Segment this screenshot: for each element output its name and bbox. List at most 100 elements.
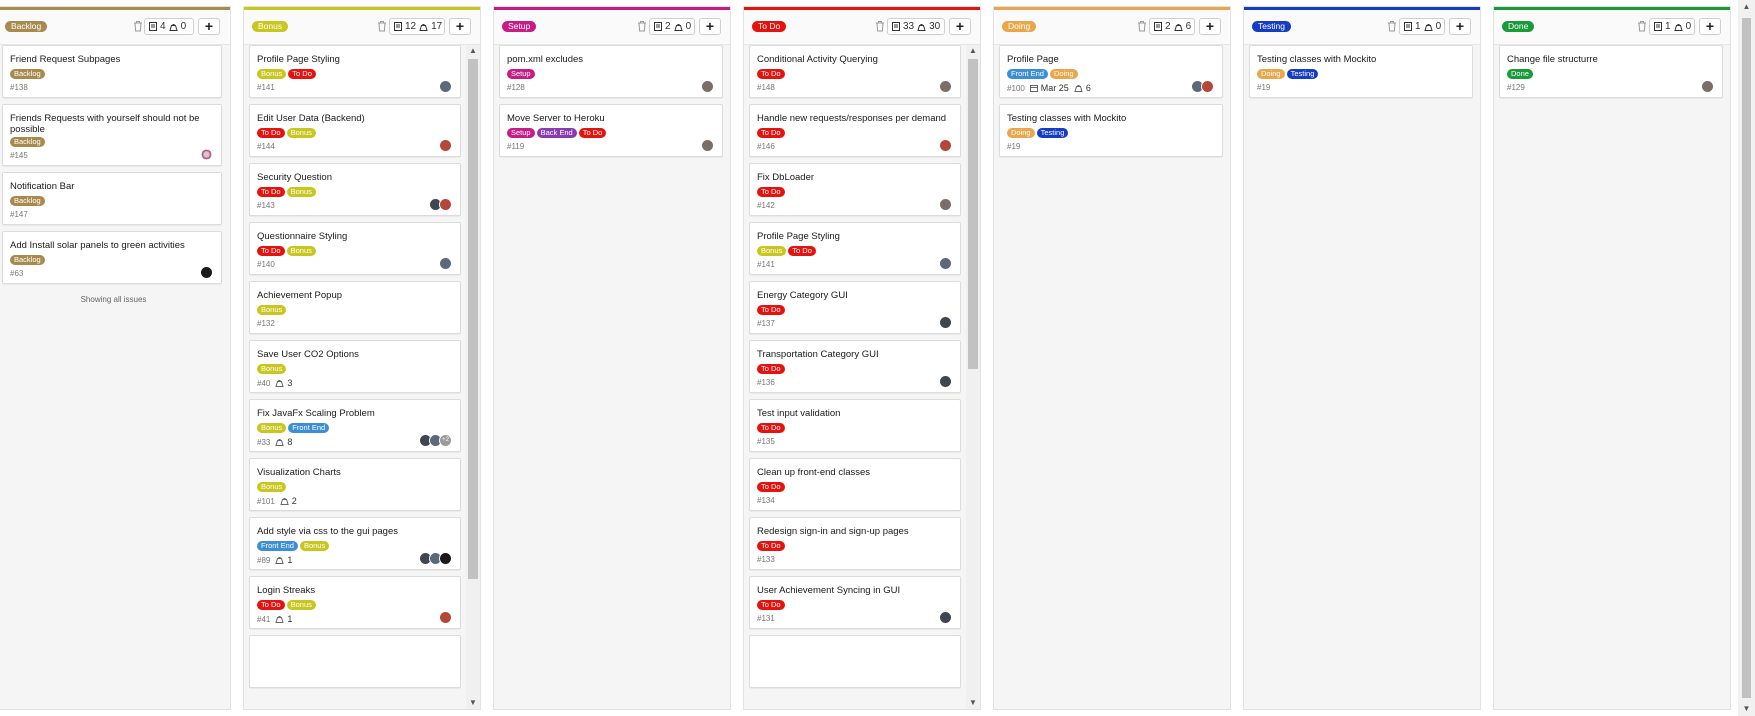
assignee-avatar[interactable] [439, 257, 452, 270]
issue-title[interactable]: Edit User Data (Backend) [257, 113, 452, 124]
issue-title[interactable]: pom.xml excludes [507, 54, 714, 65]
trash-icon[interactable] [1137, 20, 1147, 32]
trash-icon[interactable] [637, 20, 647, 32]
label-badge[interactable]: To Do [257, 187, 285, 197]
issue-title[interactable]: Clean up front-end classes [757, 467, 952, 478]
label-badge[interactable]: Doing [1007, 128, 1035, 138]
issue-card[interactable]: Friends Requests with yourself should no… [2, 104, 222, 166]
issue-card[interactable]: Save User CO2 Options Bonus #40 3 [249, 340, 461, 393]
scroll-down-arrow-icon[interactable]: ▼ [1738, 702, 1755, 716]
label-badge[interactable]: To Do [788, 246, 816, 256]
label-badge[interactable]: To Do [757, 69, 785, 79]
label-badge[interactable]: Bonus [757, 246, 787, 256]
label-badge[interactable]: Bonus [299, 541, 330, 551]
label-badge[interactable]: Bonus [257, 305, 287, 315]
label-badge[interactable]: Bonus [286, 600, 316, 610]
list-scrollbar[interactable]: ▲ ▼ [466, 45, 480, 709]
page-scrollbar-thumb[interactable] [1742, 18, 1751, 698]
issue-card[interactable]: Profile Page Front End Doing #100 Mar 25 … [999, 45, 1223, 98]
assignee-avatar[interactable] [939, 139, 952, 152]
issue-card[interactable]: Add Install solar panels to green activi… [2, 231, 222, 284]
issue-title[interactable]: Profile Page Styling [757, 231, 952, 242]
assignee-avatar[interactable] [939, 611, 952, 624]
list-title-badge[interactable]: Doing [1002, 21, 1037, 32]
label-badge[interactable]: Bonus [286, 128, 316, 138]
issue-title[interactable]: Profile Page Styling [257, 54, 452, 65]
label-badge[interactable]: To Do [578, 128, 607, 138]
scroll-up-arrow-icon[interactable]: ▲ [1738, 0, 1755, 14]
issue-card[interactable]: User Achievement Syncing in GUI To Do #1… [749, 576, 961, 629]
add-issue-button[interactable]: + [1449, 18, 1471, 35]
label-badge[interactable]: Bonus [257, 482, 287, 492]
issue-title[interactable]: Fix JavaFx Scaling Problem [257, 408, 452, 419]
issue-card[interactable]: Energy Category GUI To Do #137 [749, 281, 961, 334]
assignee-avatar[interactable] [439, 552, 452, 565]
issue-title[interactable]: User Achievement Syncing in GUI [757, 585, 952, 596]
assignee-avatar[interactable] [439, 198, 452, 211]
issue-title[interactable]: Save User CO2 Options [257, 349, 452, 360]
scrollbar-thumb[interactable] [968, 59, 978, 369]
label-badge[interactable]: To Do [757, 482, 785, 492]
label-badge[interactable]: To Do [757, 541, 785, 551]
add-issue-button[interactable]: + [949, 18, 971, 35]
label-badge[interactable]: Bonus [257, 423, 287, 433]
issue-card[interactable] [749, 635, 961, 688]
label-badge[interactable]: Back End [536, 128, 577, 138]
issue-card[interactable]: Fix JavaFx Scaling Problem Bonus Front En… [249, 399, 461, 452]
list-title-badge[interactable]: Backlog [5, 21, 48, 32]
issue-title[interactable]: Friends Requests with yourself should no… [10, 113, 213, 135]
issue-card[interactable]: Login Streaks To Do Bonus #41 1 [249, 576, 461, 629]
issue-title[interactable]: Achievement Popup [257, 290, 452, 301]
trash-icon[interactable] [875, 20, 885, 32]
issue-card[interactable]: Testing classes with Mockito Doing Testin… [1249, 45, 1473, 98]
issue-title[interactable]: Add Install solar panels to green activi… [10, 240, 213, 251]
list-title-badge[interactable]: To Do [752, 21, 787, 32]
assignee-avatar[interactable] [439, 139, 452, 152]
assignee-avatar[interactable] [701, 139, 714, 152]
issue-card[interactable]: Testing classes with Mockito Doing Testin… [999, 104, 1223, 157]
issue-card[interactable]: Test input validation To Do #135 [749, 399, 961, 452]
issue-title[interactable]: Conditional Activity Querying [757, 54, 952, 65]
issue-card[interactable]: Add style via css to the gui pages Front… [249, 517, 461, 570]
list-scrollbar[interactable]: ▲ ▼ [966, 45, 980, 709]
assignee-avatar[interactable] [439, 80, 452, 93]
issue-title[interactable]: Fix DbLoader [757, 172, 952, 183]
issue-card[interactable]: Redesign sign-in and sign-up pages To Do… [749, 517, 961, 570]
label-badge[interactable]: To Do [257, 246, 285, 256]
add-issue-button[interactable]: + [449, 18, 471, 35]
assignee-avatar[interactable] [939, 257, 952, 270]
label-badge[interactable]: Done [1507, 69, 1533, 79]
issue-card[interactable]: Transportation Category GUI To Do #136 [749, 340, 961, 393]
trash-icon[interactable] [1387, 20, 1397, 32]
label-badge[interactable]: Doing [1049, 69, 1078, 79]
label-badge[interactable]: Bonus [257, 364, 287, 374]
scroll-down-arrow-icon[interactable]: ▼ [966, 697, 980, 709]
issue-card[interactable]: Friend Request Subpages Backlog #138 [2, 45, 222, 98]
list-title-badge[interactable]: Bonus [252, 21, 289, 32]
issue-card[interactable]: Security Question To Do Bonus #143 [249, 163, 461, 216]
label-badge[interactable]: Backlog [10, 255, 45, 265]
more-assignees-badge[interactable]: +2 [439, 434, 452, 447]
assignee-avatar[interactable] [701, 80, 714, 93]
add-issue-button[interactable]: + [198, 18, 220, 35]
add-issue-button[interactable]: + [1199, 18, 1221, 35]
issue-title[interactable]: Questionnaire Styling [257, 231, 452, 242]
label-badge[interactable]: Setup [507, 128, 535, 138]
issue-title[interactable]: Redesign sign-in and sign-up pages [757, 526, 952, 537]
scroll-up-arrow-icon[interactable]: ▲ [966, 45, 980, 57]
label-badge[interactable]: To Do [257, 600, 285, 610]
issue-title[interactable]: Transportation Category GUI [757, 349, 952, 360]
issue-card[interactable]: Handle new requests/responses per demand… [749, 104, 961, 157]
issue-title[interactable]: Handle new requests/responses per demand [757, 113, 952, 124]
assignee-avatar[interactable] [1201, 80, 1214, 93]
issue-card[interactable]: Profile Page Styling Bonus To Do #141 [749, 222, 961, 275]
issue-title[interactable]: Add style via css to the gui pages [257, 526, 452, 537]
add-issue-button[interactable]: + [1699, 18, 1721, 35]
label-badge[interactable]: To Do [757, 187, 785, 197]
issue-title[interactable]: Login Streaks [257, 585, 452, 596]
assignee-avatar[interactable] [439, 611, 452, 624]
label-badge[interactable]: Backlog [10, 196, 45, 206]
assignee-avatar[interactable] [939, 375, 952, 388]
issue-card[interactable]: Move Server to Heroku Setup Back End To Do… [499, 104, 723, 157]
label-badge[interactable]: Front End [1007, 69, 1048, 79]
